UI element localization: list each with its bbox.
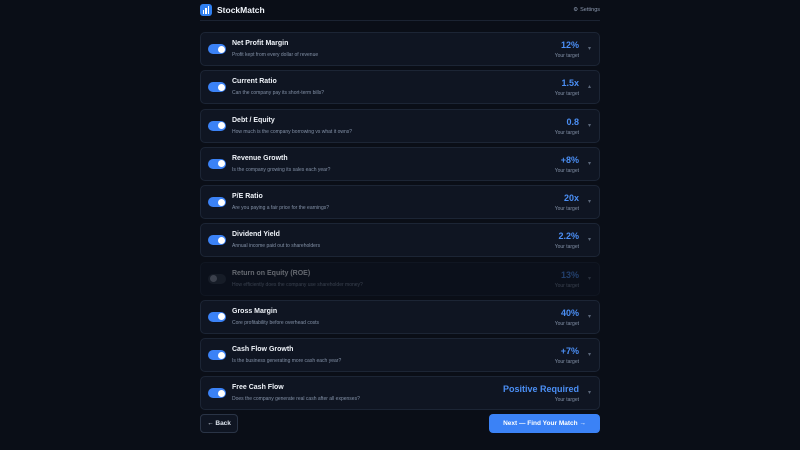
metric-toggle[interactable] — [208, 158, 226, 169]
metric-target-value: +7% — [560, 346, 579, 356]
metric-description: Core profitability before overhead costs — [232, 319, 319, 326]
metric-title: Dividend Yield — [232, 231, 280, 239]
metric-target-label: Your target — [554, 91, 579, 98]
brand[interactable]: StockMatch — [200, 4, 265, 16]
metric-description: How much is the company borrowing vs wha… — [232, 128, 353, 135]
toggle-knob — [217, 313, 225, 321]
metric-card-net-profit-margin[interactable]: Net Profit Margin Profit kept from every… — [200, 32, 600, 66]
app-name: StockMatch — [217, 5, 265, 15]
settings-button[interactable]: ⚙ Settings — [573, 7, 600, 13]
metric-description: Is the business generating more cash eac… — [232, 358, 342, 364]
toggle-knob — [217, 160, 225, 168]
metric-list: Net Profit Margin Profit kept from every… — [200, 32, 600, 415]
metric-target-label: Your target — [554, 129, 579, 136]
toggle-knob — [217, 122, 225, 129]
metric-title: Revenue Growth — [232, 154, 288, 162]
next-button[interactable]: Next — Find Your Match → — [489, 414, 600, 433]
metric-toggle[interactable] — [208, 120, 226, 131]
metric-card-gross-margin[interactable]: Gross Margin Core profitability before o… — [200, 299, 600, 334]
metric-toggle[interactable] — [208, 350, 226, 360]
metric-toggle[interactable] — [208, 388, 226, 399]
metric-target-value: 2.2% — [558, 231, 579, 242]
header-divider — [200, 20, 600, 21]
metric-target-value: 20x — [563, 193, 579, 203]
metric-target-label: Your target — [554, 167, 579, 174]
metric-target-label: Your target — [554, 244, 579, 251]
toggle-knob — [217, 83, 225, 91]
toggle-knob — [217, 236, 225, 244]
metric-title: Gross Margin — [232, 307, 278, 315]
chevron-down-icon[interactable]: ▾ — [588, 236, 591, 243]
chevron-down-icon[interactable]: ▾ — [588, 160, 591, 167]
toggle-knob — [209, 275, 217, 282]
metric-description: Does the company generate real cash afte… — [232, 396, 360, 403]
metric-target-label: Your target — [554, 359, 579, 365]
metric-description: How efficiently does the company use sha… — [232, 281, 363, 288]
metric-toggle[interactable] — [208, 44, 226, 54]
chevron-down-icon[interactable]: ▾ — [588, 275, 591, 282]
chevron-up-icon[interactable]: ▴ — [588, 83, 591, 90]
toggle-knob — [217, 389, 225, 397]
metric-target-label: Your target — [554, 282, 579, 289]
metric-card-cash-flow-growth[interactable]: Cash Flow Growth Is the business generat… — [200, 338, 600, 372]
metric-target-value: 40% — [560, 307, 579, 318]
metric-target-value: Positive Required — [502, 384, 579, 395]
bar-chart-logo-icon — [200, 4, 212, 16]
metric-card-pe-ratio[interactable]: P/E Ratio Are you paying a fair price fo… — [200, 185, 600, 219]
metric-card-free-cash-flow[interactable]: Free Cash Flow Does the company generate… — [200, 376, 600, 411]
metric-description: Annual income paid out to shareholders — [232, 243, 321, 250]
metric-toggle[interactable] — [208, 235, 226, 246]
metric-target-label: Your target — [554, 53, 579, 59]
metric-title: Return on Equity (ROE) — [232, 269, 311, 277]
back-button[interactable]: ← Back — [200, 414, 238, 433]
chevron-down-icon[interactable]: ▾ — [588, 313, 591, 320]
settings-label: Settings — [580, 7, 600, 13]
metric-toggle[interactable] — [208, 82, 226, 93]
metric-description: Profit kept from every dollar of revenue — [232, 52, 319, 58]
metric-description: Are you paying a fair price for the earn… — [232, 205, 329, 211]
chevron-down-icon[interactable]: ▾ — [588, 198, 591, 205]
metric-toggle[interactable] — [208, 197, 226, 207]
metric-card-roe[interactable]: Return on Equity (ROE) How efficiently d… — [200, 261, 600, 296]
metric-title: Cash Flow Growth — [232, 346, 294, 353]
metric-target-value: +8% — [560, 154, 579, 165]
metric-card-current-ratio[interactable]: Current Ratio Can the company pay its sh… — [200, 70, 600, 105]
metric-title: P/E Ratio — [232, 193, 263, 200]
metric-target-label: Your target — [554, 397, 579, 404]
metric-toggle[interactable] — [208, 311, 226, 322]
metric-target-label: Your target — [554, 320, 579, 327]
metric-target-value: 12% — [560, 40, 579, 50]
metric-title: Debt / Equity — [232, 116, 275, 124]
metric-target-value: 1.5x — [561, 78, 579, 89]
toggle-knob — [217, 198, 225, 206]
chevron-down-icon[interactable]: ▾ — [588, 351, 591, 358]
metric-card-debt-equity[interactable]: Debt / Equity How much is the company bo… — [200, 108, 600, 143]
chevron-down-icon[interactable]: ▾ — [588, 122, 591, 129]
metric-title: Free Cash Flow — [232, 384, 284, 392]
metric-target-value: 0.8 — [566, 116, 579, 127]
chevron-down-icon[interactable]: ▾ — [588, 389, 591, 396]
metric-card-revenue-growth[interactable]: Revenue Growth Is the company growing it… — [200, 146, 600, 181]
metric-title: Net Profit Margin — [232, 40, 289, 47]
gear-icon: ⚙ — [573, 7, 579, 13]
toggle-knob — [217, 45, 225, 53]
metric-title: Current Ratio — [232, 78, 277, 86]
toggle-knob — [217, 351, 225, 359]
app-header: StockMatch ⚙ Settings — [200, 0, 600, 20]
metric-toggle[interactable] — [208, 273, 226, 284]
metric-card-dividend-yield[interactable]: Dividend Yield Annual income paid out to… — [200, 223, 600, 258]
metric-description: Can the company pay its short-term bills… — [232, 90, 324, 97]
chevron-down-icon[interactable]: ▾ — [588, 45, 591, 52]
metric-description: Is the company growing its sales each ye… — [232, 166, 331, 173]
metric-target-value: 13% — [560, 269, 579, 280]
metric-target-label: Your target — [554, 206, 579, 212]
